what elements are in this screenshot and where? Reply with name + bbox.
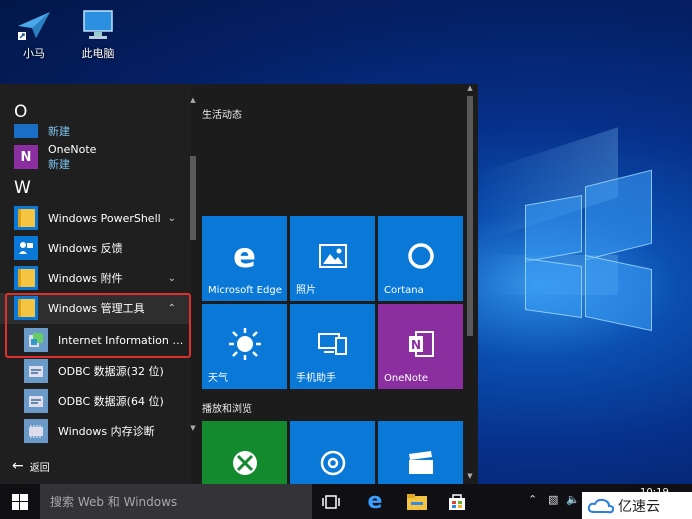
tile-onenote[interactable]: N OneNote (378, 304, 463, 389)
tiles-scrollbar[interactable]: ▲ ▼ (466, 84, 474, 484)
app-item-accessories[interactable]: Windows 附件 ⌄ (0, 263, 190, 293)
search-box[interactable]: 搜索 Web 和 Windows (40, 484, 312, 519)
sun-icon (202, 324, 287, 364)
folder-icon (14, 266, 38, 290)
tile-label: 照片 (296, 285, 316, 296)
app-list: O 新建 N OneNote 新建 W Windows PowerShell ⌄… (0, 84, 191, 484)
back-arrow-icon: ← (12, 458, 24, 474)
back-label: 返回 (29, 462, 50, 474)
tile-microsoft-edge[interactable]: e Microsoft Edge (202, 216, 287, 301)
app-name: ODBC 数据源(32 位) (58, 365, 164, 378)
taskbar-file-explorer-button[interactable] (398, 484, 436, 519)
tile-group-header[interactable]: 播放和浏览 (202, 400, 252, 415)
xbox-icon (202, 443, 287, 483)
edge-icon: e (232, 236, 257, 276)
app-name: ODBC 数据源(64 位) (58, 395, 164, 408)
new-tag: 新建 (48, 125, 70, 138)
windows-logo-icon (12, 493, 28, 510)
paper-plane-icon (16, 8, 52, 42)
task-view-button[interactable] (312, 484, 350, 519)
store-bag-icon (449, 493, 465, 510)
app-name: Windows 内存诊断 (58, 425, 155, 438)
app-item-odbc64[interactable]: ODBC 数据源(64 位) (0, 386, 190, 416)
chevron-down-icon: ⌄ (167, 272, 176, 284)
memory-chip-icon (24, 419, 48, 443)
scroll-up-icon[interactable]: ▲ (190, 96, 196, 104)
clapperboard-icon (378, 443, 463, 483)
music-disc-icon (290, 443, 375, 483)
desktop-icon-xiaoma[interactable]: 小马 (2, 8, 66, 61)
letter-header-w[interactable]: W (14, 178, 31, 198)
scrollbar-thumb[interactable] (467, 96, 473, 336)
app-list-scrollbar[interactable]: ▲ ▼ (190, 96, 196, 436)
app-name: Windows 反馈 (48, 242, 123, 255)
start-button[interactable] (0, 484, 40, 519)
app-item-memory-diagnostic[interactable]: Windows 内存诊断 (0, 416, 190, 446)
taskbar-store-button[interactable] (438, 484, 476, 519)
app-icon (14, 124, 38, 138)
search-placeholder: 搜索 Web 和 Windows (50, 495, 178, 509)
tile-groove-music[interactable] (290, 421, 375, 484)
app-item-powershell[interactable]: Windows PowerShell ⌄ (0, 203, 190, 233)
phone-companion-icon (290, 324, 375, 364)
odbc-icon (24, 389, 48, 413)
photos-icon (290, 236, 375, 276)
tray-overflow-icon[interactable]: ⌃ (528, 493, 537, 506)
watermark-text: 亿速云 (618, 498, 660, 515)
app-item-odbc32[interactable]: ODBC 数据源(32 位) (0, 356, 190, 386)
taskbar-edge-button[interactable]: e (356, 484, 394, 519)
app-item-previous[interactable]: 新建 (0, 122, 190, 140)
letter-header-o[interactable]: O (14, 102, 27, 122)
tile-label: 手机助手 (296, 373, 336, 384)
desktop-icon-this-pc[interactable]: 此电脑 (66, 8, 130, 61)
tile-movies-tv[interactable] (378, 421, 463, 484)
app-name: Windows PowerShell (48, 211, 161, 225)
tile-label: OneNote (384, 373, 429, 384)
tile-xbox[interactable] (202, 421, 287, 484)
desktop-icon-label: 小马 (23, 47, 45, 60)
wallpaper-window-pane (525, 257, 582, 319)
start-menu: O 新建 N OneNote 新建 W Windows PowerShell ⌄… (0, 84, 478, 484)
chevron-down-icon: ⌄ (167, 212, 176, 224)
scrollbar-thumb[interactable] (190, 156, 196, 240)
app-item-onenote[interactable]: N OneNote 新建 (0, 142, 190, 172)
svg-text:N: N (410, 338, 420, 352)
wallpaper-window-pane (585, 254, 652, 332)
wallpaper-window-pane (525, 194, 582, 263)
onenote-icon: N (14, 145, 38, 169)
odbc-icon (24, 359, 48, 383)
feedback-icon (14, 236, 38, 260)
tile-weather[interactable]: 天气 (202, 304, 287, 389)
app-name: Windows 附件 (48, 272, 123, 285)
tile-label: 天气 (208, 373, 228, 384)
red-highlight-box (5, 293, 191, 358)
tile-group-header[interactable]: 生活动态 (202, 106, 242, 121)
cortana-icon (378, 236, 463, 276)
edge-icon: e (367, 489, 383, 514)
back-button[interactable]: ← 返回 (0, 452, 190, 480)
tile-label: Microsoft Edge (208, 285, 282, 296)
tiles-pane: 生活动态 e Microsoft Edge 照片 Cortana 天气 手机助手… (197, 84, 478, 484)
onenote-icon: N (378, 324, 463, 364)
app-item-feedback[interactable]: Windows 反馈 (0, 233, 190, 263)
volume-icon[interactable]: 🔈 (566, 493, 580, 506)
folder-icon (407, 493, 427, 510)
cloud-logo-icon (588, 498, 614, 513)
tile-phone-companion[interactable]: 手机助手 (290, 304, 375, 389)
scroll-down-icon[interactable]: ▼ (190, 424, 196, 432)
task-view-icon (322, 494, 340, 509)
scroll-down-icon[interactable]: ▼ (466, 472, 474, 480)
desktop-icon-label: 此电脑 (81, 47, 115, 60)
app-name: OneNote (48, 142, 97, 156)
computer-icon (80, 8, 116, 42)
tile-photos[interactable]: 照片 (290, 216, 375, 301)
tile-cortana[interactable]: Cortana (378, 216, 463, 301)
watermark-logo: 亿速云 (582, 492, 692, 519)
folder-icon (14, 206, 38, 230)
tile-label: Cortana (384, 285, 424, 296)
scroll-up-icon[interactable]: ▲ (466, 84, 474, 92)
new-tag: 新建 (48, 157, 70, 171)
network-icon[interactable]: ▧ (548, 493, 558, 506)
wallpaper-window-pane (585, 169, 652, 261)
